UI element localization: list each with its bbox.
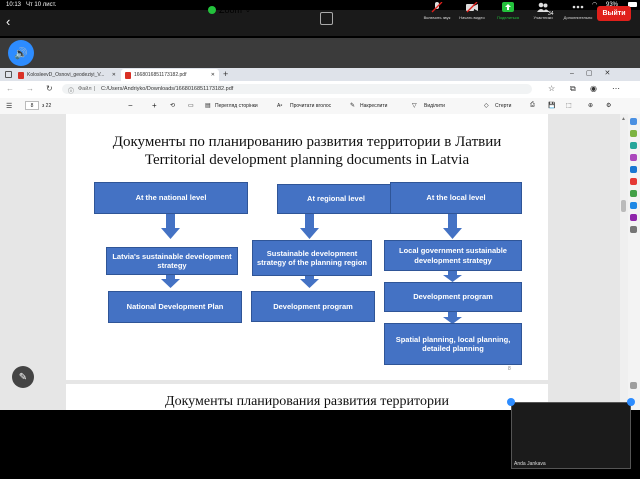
pdf-icon <box>18 71 24 79</box>
designer-icon[interactable] <box>630 214 637 221</box>
drop-icon[interactable] <box>630 190 637 197</box>
meeting-title[interactable]: Zoom ⌄ <box>208 5 251 15</box>
tab-pdf-active[interactable]: 1668016851173182.pdf ✕ <box>121 69 219 81</box>
page-view-book-icon: ▤ <box>205 103 211 109</box>
page-view-icon[interactable]: ▭ <box>188 102 194 109</box>
national-level-header: At the national level <box>94 182 248 214</box>
local-planning-box: Spatial planning, local planning, detail… <box>384 323 522 365</box>
menu-dots-icon[interactable]: ⋯ <box>612 84 620 93</box>
read-aloud-icon: Aᵊ <box>277 103 283 109</box>
start-video-button[interactable]: Начать видео <box>455 2 489 20</box>
status-time: 10:13 <box>6 2 22 8</box>
address-prefix: Файл <box>78 86 92 92</box>
forward-arrow-icon[interactable]: → <box>26 84 34 93</box>
annotate-pen-icon[interactable]: ✎ <box>12 366 34 388</box>
chevron-down-icon: ⌄ <box>245 7 251 14</box>
search-icon[interactable] <box>630 118 637 125</box>
regional-level-header: At regional level <box>277 184 395 214</box>
security-shield-icon <box>208 6 216 14</box>
pdf-icon <box>125 71 131 79</box>
status-date: Чт 10 лист. <box>26 2 57 8</box>
regional-strategy-box: Sustainable development strategy of the … <box>252 240 372 276</box>
address-bar-row: ← → ↻ ⓘ Файл | C:/Users/Andriyko/Downloa… <box>0 81 640 99</box>
pin-icon[interactable]: ⊕ <box>588 102 593 109</box>
address-url: C:/Users/Andriyko/Downloads/166801685117… <box>101 86 234 92</box>
highlight-icon: ▽ <box>412 103 417 109</box>
local-strategy-box: Local government sustainable development… <box>384 240 522 271</box>
save-icon[interactable]: 💾 <box>548 102 555 109</box>
draw-button[interactable]: Накреслити <box>360 103 387 109</box>
games-icon[interactable] <box>630 154 637 161</box>
audio-share-icon[interactable]: 🔊 <box>8 40 34 66</box>
address-divider: | <box>94 86 96 92</box>
share-button[interactable]: Поделиться <box>491 2 525 20</box>
more-dots-icon <box>572 5 584 9</box>
slide-page-number: 8 <box>508 366 511 372</box>
close-icon[interactable]: ✕ <box>211 72 215 78</box>
highlight-button[interactable]: Виділити <box>424 103 445 109</box>
national-plan-box: National Development Plan <box>108 291 242 323</box>
edge-sidebar <box>628 114 640 410</box>
zoom-out-icon[interactable]: − <box>128 101 133 110</box>
resize-handle-icon[interactable] <box>627 398 635 406</box>
sidebar-settings-icon[interactable] <box>630 382 637 389</box>
scrollbar-thumb[interactable] <box>621 200 626 212</box>
more-button[interactable]: Дополнительно <box>561 2 595 20</box>
profile-icon[interactable]: ◉ <box>590 84 597 93</box>
regional-program-box: Development program <box>251 291 375 322</box>
erase-icon: ◇ <box>484 103 489 109</box>
refresh-icon[interactable]: ↻ <box>46 84 53 93</box>
info-icon: ⓘ <box>68 89 75 95</box>
new-tab-icon[interactable]: + <box>223 69 228 79</box>
settings-gear-icon[interactable]: ⚙ <box>606 102 611 109</box>
page-number-input[interactable]: 8 <box>25 101 39 110</box>
collections-icon[interactable]: ⧉ <box>570 84 576 94</box>
participants-count: 34 <box>548 11 554 17</box>
shopping-icon[interactable] <box>630 130 637 137</box>
mic-muted-icon <box>431 2 443 13</box>
close-icon[interactable]: ✕ <box>112 72 116 78</box>
pdf-toolbar: ☰ 8 з 22 − + ⟲ ▭ ▤ Перегляд сторінки Aᵊ … <box>0 98 640 115</box>
unmute-button[interactable]: Включить звук <box>420 2 454 20</box>
participant-video[interactable] <box>511 402 631 469</box>
resize-handle-icon[interactable] <box>507 398 515 406</box>
tab-geodesy[interactable]: KolosleevD_Osnovi_geodeziyi_V... ✕ <box>14 69 120 81</box>
tab-actions-icon[interactable] <box>5 71 12 78</box>
national-strategy-box: Latvia's sustainable development strateg… <box>106 247 238 275</box>
office-icon[interactable] <box>630 178 637 185</box>
outlook-icon[interactable] <box>630 166 637 173</box>
pdf-next-page: Документы планирования развития территор… <box>66 384 548 410</box>
local-level-header: At the local level <box>390 182 522 214</box>
leave-button[interactable]: Выйти <box>597 6 631 21</box>
save-as-icon[interactable]: ⬚ <box>566 102 572 109</box>
window-controls[interactable]: –▢✕ <box>570 69 622 77</box>
page-view-button[interactable]: Перегляд сторінки <box>215 103 258 109</box>
favorite-star-icon[interactable]: ☆ <box>548 84 555 93</box>
tools-icon[interactable] <box>630 142 637 149</box>
erase-button[interactable]: Стерти <box>495 103 511 109</box>
participant-name: Anda Jankava <box>514 461 546 467</box>
participants-button[interactable]: Участники <box>526 2 560 20</box>
fit-page-icon[interactable]: ⟲ <box>170 102 175 109</box>
zoom-in-icon[interactable]: + <box>152 101 157 110</box>
translator-icon[interactable] <box>630 202 637 209</box>
contents-icon[interactable]: ☰ <box>6 102 12 110</box>
share-screen-icon <box>502 2 514 12</box>
screen-icon[interactable] <box>320 12 333 25</box>
add-app-icon[interactable] <box>630 226 637 233</box>
draw-icon: ✎ <box>350 103 356 109</box>
read-aloud-button[interactable]: Прочитати вголос <box>290 103 331 109</box>
back-arrow-icon[interactable]: ← <box>6 84 14 93</box>
scrollbar-track[interactable] <box>620 114 628 410</box>
scroll-up-icon[interactable]: ▲ <box>621 116 626 122</box>
video-off-icon <box>466 2 478 13</box>
next-slide-title: Документы планирования развития территор… <box>165 394 449 409</box>
pdf-page: Документы по планированию развития терри… <box>66 114 548 380</box>
page-total: з 22 <box>42 103 52 109</box>
back-chevron-icon[interactable]: ‹ <box>6 14 10 29</box>
local-program-box: Development program <box>384 282 522 312</box>
print-icon[interactable]: ⎙ <box>530 102 535 109</box>
